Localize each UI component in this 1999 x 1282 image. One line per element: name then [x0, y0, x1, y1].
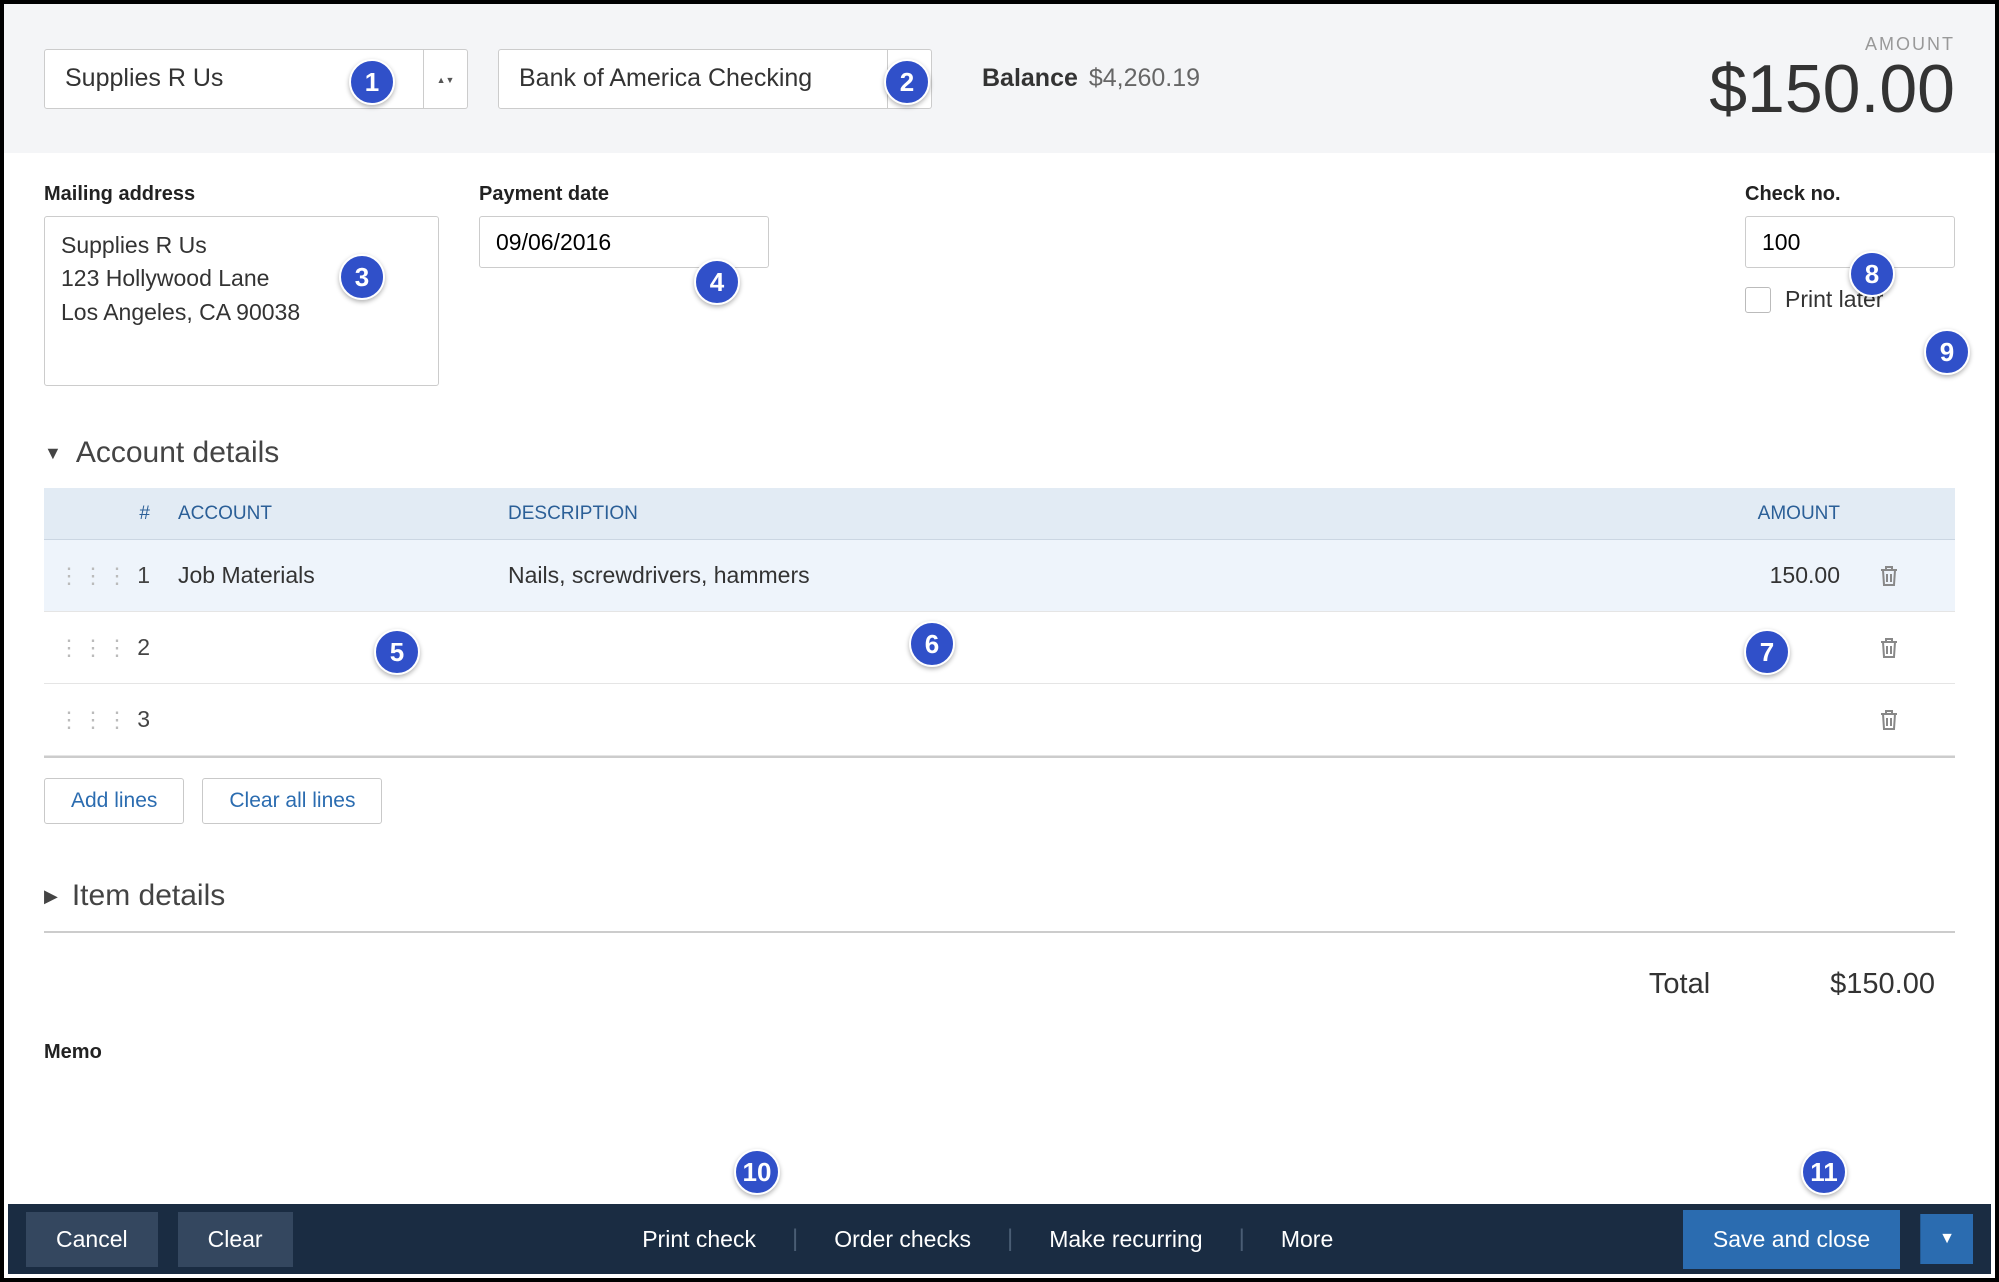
print-later-option[interactable]: Print later — [1745, 286, 1955, 313]
clear-button[interactable]: Clear — [178, 1212, 293, 1267]
cancel-button[interactable]: Cancel — [26, 1212, 158, 1267]
row-number: 2 — [99, 634, 164, 661]
row-description[interactable]: Nails, screwdrivers, hammers — [494, 562, 1624, 589]
total-row: Total $150.00 — [44, 968, 1955, 1001]
mailing-address-input[interactable]: Supplies R Us 123 Hollywood Lane Los Ang… — [44, 216, 439, 386]
payee-select[interactable]: Supplies R Us — [44, 49, 468, 109]
col-number: # — [99, 503, 164, 525]
save-and-close-button[interactable]: Save and close — [1683, 1210, 1900, 1269]
delete-row-button[interactable] — [1854, 708, 1924, 732]
annotation-badge: 1 — [349, 59, 395, 105]
payment-date-label: Payment date — [479, 183, 769, 206]
col-description: DESCRIPTION — [494, 503, 1624, 525]
make-recurring-link[interactable]: Make recurring — [1013, 1216, 1238, 1263]
annotation-badge: 8 — [1849, 251, 1895, 297]
table-row[interactable]: ⋮⋮⋮ 1 Job Materials Nails, screwdrivers,… — [44, 540, 1955, 612]
trash-icon — [1878, 708, 1900, 732]
annotation-badge: 4 — [694, 259, 740, 305]
delete-row-button[interactable] — [1854, 564, 1924, 588]
col-account: ACCOUNT — [164, 503, 494, 525]
row-amount[interactable]: 150.00 — [1624, 562, 1854, 589]
drag-handle-icon[interactable]: ⋮⋮⋮ — [44, 637, 99, 659]
caret-right-icon: ▶ — [44, 886, 58, 907]
balance-value: $4,260.19 — [1089, 64, 1200, 92]
save-dropdown-button[interactable]: ▼ — [1920, 1214, 1973, 1264]
row-number: 3 — [99, 706, 164, 733]
item-details-section: ▶ Item details — [44, 879, 1955, 933]
row-account[interactable]: Job Materials — [164, 562, 494, 589]
memo-field: Memo — [44, 1041, 1955, 1064]
account-details-title: Account details — [76, 436, 279, 470]
check-number-input[interactable] — [1745, 216, 1955, 268]
check-number-label: Check no. — [1745, 183, 1955, 206]
annotation-badge: 5 — [374, 629, 420, 675]
table-row[interactable]: ⋮⋮⋮ 2 — [44, 612, 1955, 684]
annotation-badge: 11 — [1801, 1149, 1847, 1195]
row-number: 1 — [99, 562, 164, 589]
trash-icon — [1878, 564, 1900, 588]
drag-handle-icon[interactable]: ⋮⋮⋮ — [44, 565, 99, 587]
total-value: $150.00 — [1830, 968, 1935, 1001]
print-later-checkbox[interactable] — [1745, 287, 1771, 313]
trash-icon — [1878, 636, 1900, 660]
table-row[interactable]: ⋮⋮⋮ 3 — [44, 684, 1955, 756]
amount-value: $150.00 — [1709, 55, 1955, 123]
delete-row-button[interactable] — [1854, 636, 1924, 660]
item-details-title: Item details — [72, 879, 225, 913]
bank-account-select[interactable]: Bank of America Checking — [498, 49, 932, 109]
mailing-address-label: Mailing address — [44, 183, 439, 206]
caret-down-icon: ▼ — [44, 443, 62, 464]
updown-icon — [437, 70, 455, 88]
header-bar: Supplies R Us Bank of America Checking B… — [4, 4, 1995, 153]
order-checks-link[interactable]: Order checks — [798, 1216, 1007, 1263]
payee-dropdown-button[interactable] — [424, 49, 468, 109]
print-check-link[interactable]: Print check — [606, 1216, 792, 1263]
annotation-badge: 10 — [734, 1149, 780, 1195]
amount-display: AMOUNT $150.00 — [1709, 34, 1955, 123]
bank-account-value[interactable]: Bank of America Checking — [498, 49, 888, 109]
add-lines-button[interactable]: Add lines — [44, 778, 184, 824]
footer-bar: Cancel Clear Print check | Order checks … — [8, 1204, 1991, 1274]
more-link[interactable]: More — [1245, 1216, 1369, 1263]
annotation-badge: 2 — [884, 59, 930, 105]
account-details-section: ▼ Account details # ACCOUNT DESCRIPTION … — [44, 436, 1955, 824]
col-amount: AMOUNT — [1624, 503, 1854, 525]
balance-display: Balance $4,260.19 — [982, 64, 1200, 93]
annotation-badge: 6 — [909, 621, 955, 667]
memo-label: Memo — [44, 1041, 1955, 1064]
annotation-badge: 3 — [339, 254, 385, 300]
annotation-badge: 9 — [1924, 329, 1970, 375]
account-details-table: # ACCOUNT DESCRIPTION AMOUNT ⋮⋮⋮ 1 Job M… — [44, 488, 1955, 758]
account-details-toggle[interactable]: ▼ Account details — [44, 436, 1955, 470]
clear-all-lines-button[interactable]: Clear all lines — [202, 778, 382, 824]
annotation-badge: 7 — [1744, 629, 1790, 675]
balance-label: Balance — [982, 64, 1078, 92]
item-details-toggle[interactable]: ▶ Item details — [44, 879, 1955, 913]
table-header: # ACCOUNT DESCRIPTION AMOUNT — [44, 488, 1955, 540]
total-label: Total — [1649, 968, 1710, 1001]
main-content: Mailing address Supplies R Us 123 Hollyw… — [4, 153, 1995, 1064]
drag-handle-icon[interactable]: ⋮⋮⋮ — [44, 709, 99, 731]
